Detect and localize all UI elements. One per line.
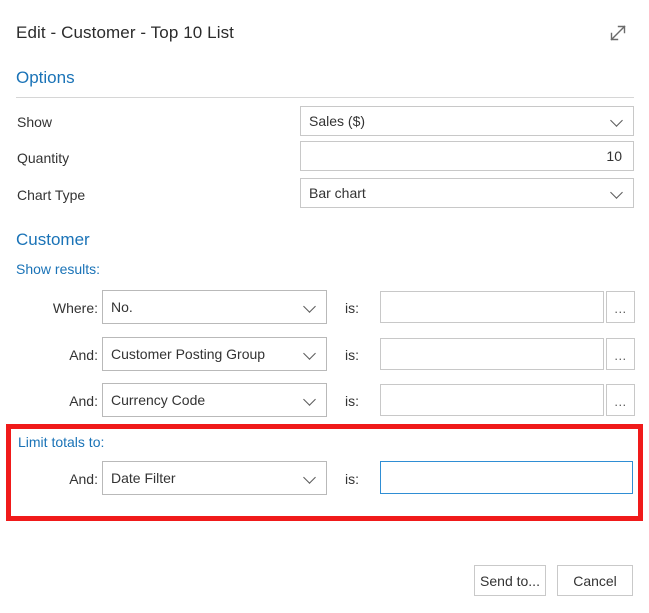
chart-type-value: Bar chart — [309, 185, 605, 201]
quantity-input[interactable]: 10 — [300, 141, 634, 171]
filter-field-value-1: No. — [111, 299, 298, 315]
chevron-down-icon — [611, 186, 625, 200]
filter-field-value-3: Currency Code — [111, 392, 298, 408]
show-results-label: Show results: — [16, 261, 100, 277]
options-divider — [16, 97, 634, 98]
filter-field-select-1[interactable]: No. — [102, 290, 327, 324]
chevron-down-icon — [304, 393, 318, 407]
edit-top-10-list-dialog: Edit - Customer - Top 10 List Options Sh… — [0, 0, 649, 613]
chevron-down-icon — [304, 347, 318, 361]
expand-diagonal-icon[interactable] — [603, 18, 633, 48]
show-dropdown[interactable]: Sales ($) — [300, 106, 634, 136]
filter-conjunction-3: And: — [20, 391, 98, 411]
chart-type-label: Chart Type — [17, 185, 85, 205]
filter-lookup-button-2[interactable]: ... — [606, 338, 635, 370]
filter-conjunction-2: And: — [20, 345, 98, 365]
limit-totals-value-input[interactable] — [380, 461, 633, 494]
filter-is-label-3: is: — [345, 391, 359, 411]
dialog-titlebar: Edit - Customer - Top 10 List — [16, 16, 633, 50]
quantity-value: 10 — [309, 148, 625, 164]
chevron-down-icon — [304, 300, 318, 314]
limit-totals-is-label: is: — [345, 469, 359, 489]
cancel-button[interactable]: Cancel — [557, 565, 633, 596]
page-title: Edit - Customer - Top 10 List — [16, 23, 234, 43]
filter-value-input-3[interactable] — [380, 384, 604, 416]
limit-totals-label: Limit totals to: — [18, 434, 104, 450]
limit-totals-conjunction: And: — [20, 469, 98, 489]
send-to-button[interactable]: Send to... — [474, 565, 546, 596]
chart-type-dropdown[interactable]: Bar chart — [300, 178, 634, 208]
filter-is-label-1: is: — [345, 298, 359, 318]
chevron-down-icon — [304, 471, 318, 485]
filter-lookup-button-3[interactable]: ... — [606, 384, 635, 416]
filter-value-input-2[interactable] — [380, 338, 604, 370]
filter-field-value-2: Customer Posting Group — [111, 346, 298, 362]
quantity-label: Quantity — [17, 148, 69, 168]
filter-is-label-2: is: — [345, 345, 359, 365]
chevron-down-icon — [611, 114, 625, 128]
limit-totals-field-select[interactable]: Date Filter — [102, 461, 327, 495]
options-section-heading: Options — [16, 68, 75, 88]
filter-conjunction-1: Where: — [20, 298, 98, 318]
customer-section-heading: Customer — [16, 230, 90, 250]
limit-totals-field-value: Date Filter — [111, 470, 298, 486]
filter-field-select-3[interactable]: Currency Code — [102, 383, 327, 417]
show-value: Sales ($) — [309, 113, 605, 129]
filter-value-input-1[interactable] — [380, 291, 604, 323]
filter-lookup-button-1[interactable]: ... — [606, 291, 635, 323]
filter-field-select-2[interactable]: Customer Posting Group — [102, 337, 327, 371]
show-label: Show — [17, 112, 52, 132]
